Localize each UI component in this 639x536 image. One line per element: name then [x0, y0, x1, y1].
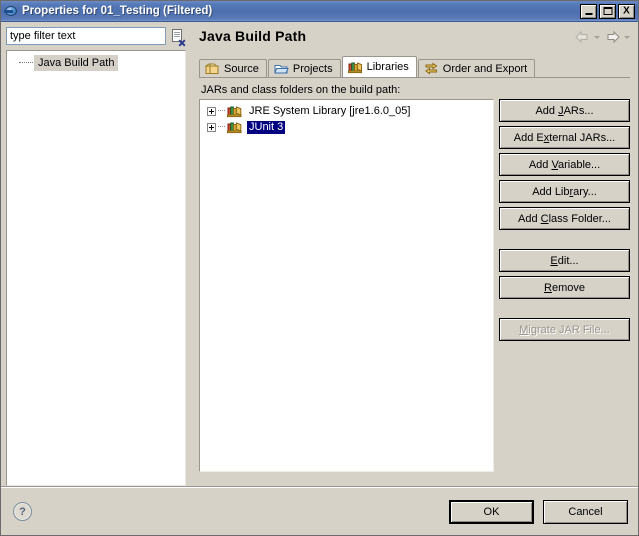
window-title: Properties for 01_Testing (Filtered) [22, 5, 213, 17]
tab-source[interactable]: Source [199, 59, 267, 78]
dialog-footer: ? OK Cancel [1, 488, 638, 535]
open-folder-icon [274, 62, 289, 76]
close-icon: X [623, 5, 630, 17]
tab-label: Source [224, 63, 259, 75]
button-group-gap [499, 234, 630, 245]
expand-icon[interactable] [207, 122, 216, 132]
add-external-jars-button[interactable]: Add External JARs... [499, 126, 630, 149]
migrate-jar-file-button: Migrate JAR File... [499, 318, 630, 341]
clear-filter-icon[interactable] [170, 28, 186, 47]
tab-order-and-export[interactable]: Order and Export [417, 59, 536, 78]
library-action-buttons: Add JARs... Add External JARs... Add Var… [499, 99, 630, 472]
tree-connector-icon [218, 126, 225, 128]
add-class-folder-button[interactable]: Add Class Folder... [499, 207, 630, 230]
page-header: Java Build Path [190, 22, 638, 52]
add-variable-button[interactable]: Add Variable... [499, 153, 630, 176]
add-jars-button[interactable]: Add JARs... [499, 99, 630, 122]
filter-row [6, 27, 186, 47]
help-icon[interactable]: ? [13, 502, 32, 521]
sidebar-item-label: Java Build Path [34, 54, 119, 71]
cancel-button[interactable]: Cancel [543, 499, 628, 524]
tree-connector-icon [19, 61, 33, 64]
edit-button[interactable]: Edit... [499, 249, 630, 272]
left-pane: Java Build Path [1, 22, 190, 486]
maximize-button[interactable] [599, 3, 616, 19]
list-item-label: JRE System Library [jre1.6.0_05] [249, 104, 411, 117]
library-books-icon [227, 120, 243, 134]
properties-dialog: Properties for 01_Testing (Filtered) X t… [0, 0, 639, 536]
list-item[interactable]: JRE System Library [jre1.6.0_05] [200, 103, 493, 119]
page-title: Java Build Path [199, 28, 307, 44]
expand-icon[interactable] [207, 106, 216, 116]
close-button[interactable]: X [618, 3, 635, 19]
forward-chevron-down-icon[interactable] [623, 30, 632, 44]
libraries-panel: JARs and class folders on the build path… [190, 78, 638, 486]
package-folder-icon [204, 62, 220, 76]
tree-connector-icon [218, 110, 225, 112]
title-bar: Properties for 01_Testing (Filtered) X [1, 1, 638, 22]
books-icon [347, 60, 363, 74]
list-label: JARs and class folders on the build path… [201, 84, 401, 96]
settings-tree[interactable]: Java Build Path [6, 50, 186, 486]
tab-bar: Source Projects Libraries Order and Expo… [199, 55, 630, 78]
right-pane: Java Build Path Source Projects Librarie… [190, 22, 638, 486]
eclipse-globe-icon [4, 4, 18, 18]
dialog-upper: Java Build Path Java Build Path [1, 22, 638, 486]
library-books-icon [227, 104, 243, 118]
tab-label: Projects [292, 63, 333, 75]
dialog-body: Java Build Path Java Build Path [1, 22, 638, 535]
filter-input[interactable] [6, 27, 166, 45]
ok-button[interactable]: OK [449, 499, 534, 524]
back-chevron-down-icon[interactable] [593, 30, 602, 44]
minimize-button[interactable] [580, 3, 597, 19]
list-item-label-selected: JUnit 3 [247, 120, 286, 134]
window-controls: X [580, 3, 635, 19]
list-item[interactable]: JUnit 3 [200, 119, 493, 135]
list-and-buttons: JRE System Library [jre1.6.0_05] JUnit 3… [199, 99, 630, 472]
tab-underline [199, 77, 630, 78]
tab-label: Order and Export [442, 63, 528, 75]
button-group-gap [499, 303, 630, 314]
navigation-buttons [574, 28, 632, 44]
sidebar-item-java-build-path[interactable]: Java Build Path [19, 54, 185, 71]
content-bottom-gap [199, 472, 630, 486]
back-arrow-icon[interactable] [574, 30, 591, 44]
build-path-list[interactable]: JRE System Library [jre1.6.0_05] JUnit 3 [199, 99, 494, 472]
tab-projects[interactable]: Projects [267, 59, 341, 78]
remove-button[interactable]: Remove [499, 276, 630, 299]
tab-libraries[interactable]: Libraries [341, 56, 417, 77]
tab-label: Libraries [366, 61, 409, 73]
order-arrows-icon [424, 62, 439, 76]
forward-arrow-icon[interactable] [604, 30, 621, 44]
add-library-button[interactable]: Add Library... [499, 180, 630, 203]
